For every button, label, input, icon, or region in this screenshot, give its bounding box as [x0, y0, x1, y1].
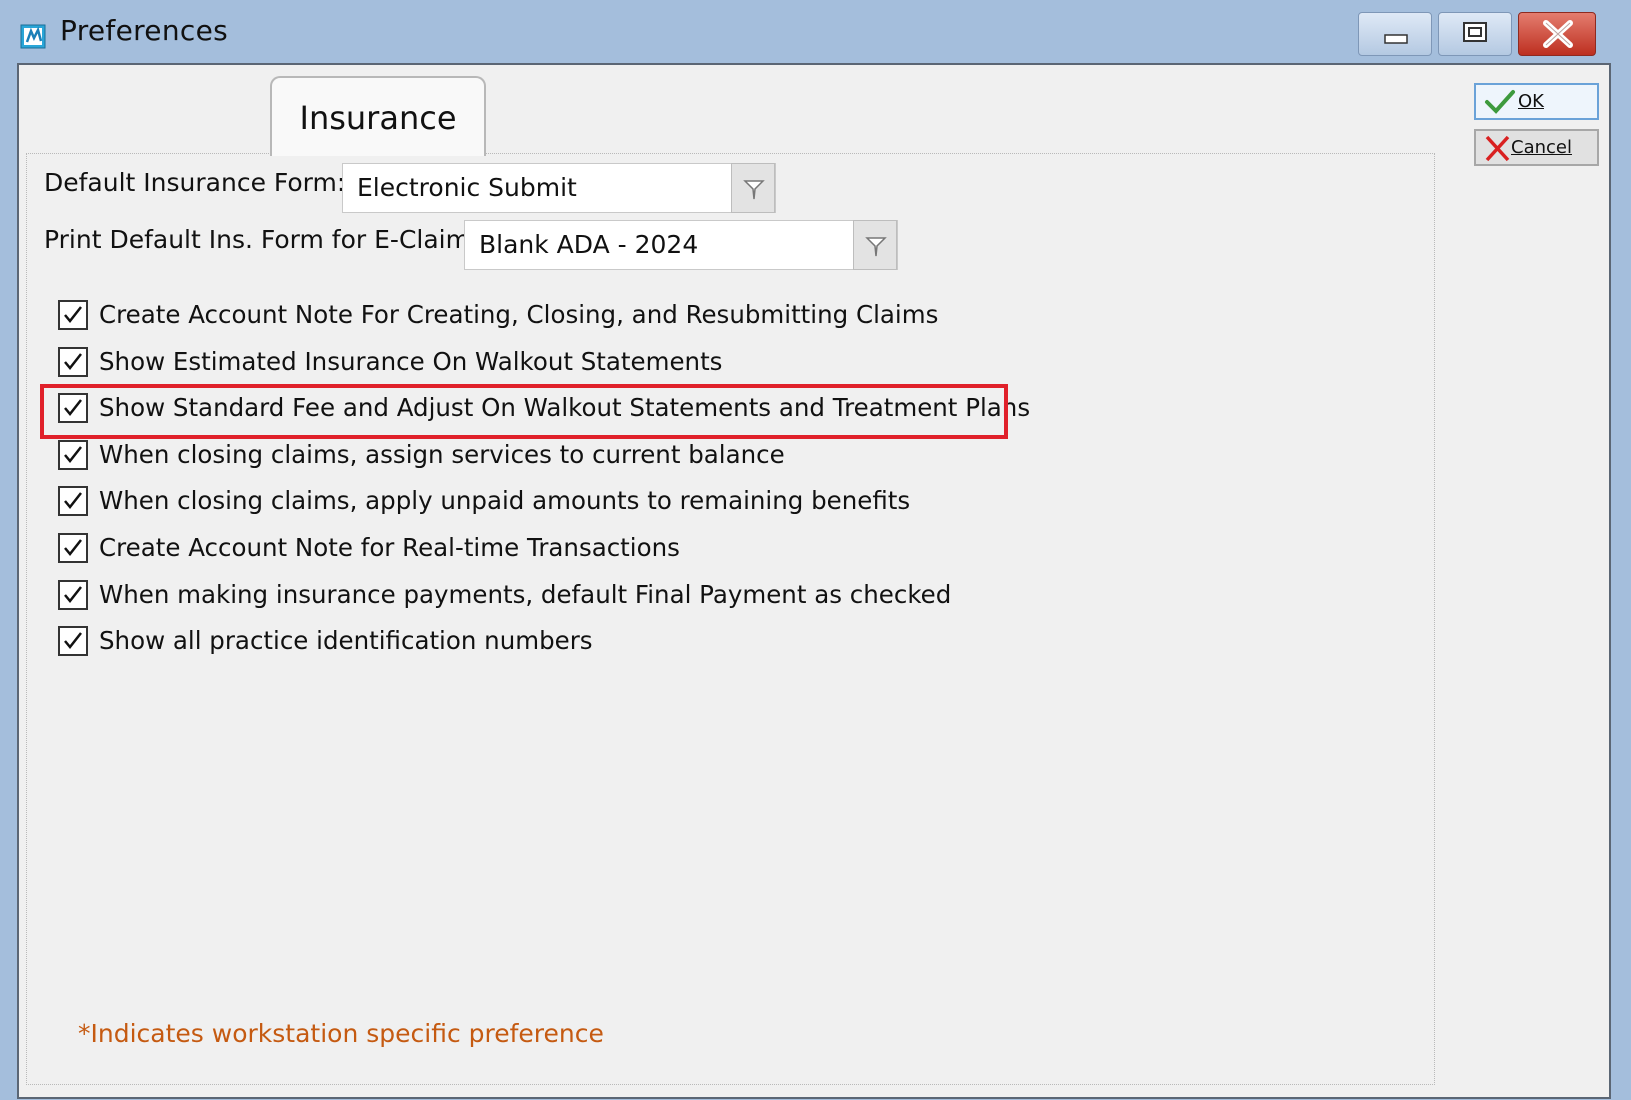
cancel-button[interactable]: Cancel — [1474, 129, 1599, 166]
checkmark-icon — [64, 446, 82, 463]
minimize-button[interactable] — [1358, 12, 1432, 56]
default-insurance-form-value: Electronic Submit — [357, 173, 577, 202]
print-default-form-label: Print Default Ins. Form for E-Claims: — [44, 225, 492, 254]
checkmark-icon — [64, 586, 82, 603]
close-x-icon — [1485, 135, 1510, 162]
checkbox[interactable] — [58, 626, 88, 656]
funnel-arrow-icon — [743, 180, 765, 200]
window-title: Preferences — [60, 14, 228, 47]
checkbox-label: When closing claims, assign services to … — [99, 440, 785, 469]
title-bar[interactable]: Preferences — [0, 0, 1631, 64]
checkmark-icon — [64, 632, 82, 649]
checkbox-label: When making insurance payments, default … — [99, 580, 952, 609]
checkbox-label: Create Account Note For Creating, Closin… — [99, 300, 939, 329]
checkbox-label: Create Account Note for Real-time Transa… — [99, 533, 680, 562]
checkbox-label: When closing claims, apply unpaid amount… — [99, 486, 911, 515]
print-default-form-select[interactable]: Blank ADA - 2024 — [464, 220, 898, 270]
checkmark-icon — [64, 492, 82, 509]
checkmark-icon — [64, 539, 82, 556]
print-default-form-dropdown-button[interactable] — [853, 220, 897, 270]
restore-icon — [1463, 22, 1487, 42]
app-icon — [20, 22, 48, 50]
checkbox-label: Show Estimated Insurance On Walkout Stat… — [99, 347, 723, 376]
minimize-icon — [1384, 34, 1408, 44]
close-icon — [1543, 20, 1573, 48]
checkbox[interactable] — [58, 440, 88, 470]
checkbox[interactable] — [58, 486, 88, 516]
highlight-box — [40, 384, 1008, 439]
checkbox[interactable] — [58, 347, 88, 377]
tab-insurance[interactable]: Insurance — [270, 76, 486, 156]
default-insurance-form-dropdown-button[interactable] — [731, 163, 775, 213]
ok-button-label: OK — [1518, 91, 1544, 112]
maximize-button[interactable] — [1438, 12, 1512, 56]
checkmark-icon — [1485, 90, 1515, 114]
preferences-window: Preferences Insurance Default Insurance … — [0, 0, 1631, 1100]
checkmark-icon — [64, 353, 82, 370]
checkbox[interactable] — [58, 580, 88, 610]
ok-button[interactable]: OK — [1474, 83, 1599, 120]
checkbox[interactable] — [58, 300, 88, 330]
print-default-form-value: Blank ADA - 2024 — [479, 230, 699, 259]
checkbox-label: Show all practice identification numbers — [99, 626, 593, 655]
default-insurance-form-select[interactable]: Electronic Submit — [342, 163, 776, 213]
cancel-button-label: Cancel — [1511, 137, 1572, 158]
default-insurance-form-label: Default Insurance Form: — [44, 168, 346, 197]
funnel-arrow-icon — [865, 237, 887, 257]
insurance-panel — [26, 153, 1435, 1085]
close-button[interactable] — [1518, 12, 1596, 56]
checkmark-icon — [64, 306, 82, 323]
workstation-footnote: *Indicates workstation specific preferen… — [78, 1019, 604, 1048]
checkbox[interactable] — [58, 533, 88, 563]
